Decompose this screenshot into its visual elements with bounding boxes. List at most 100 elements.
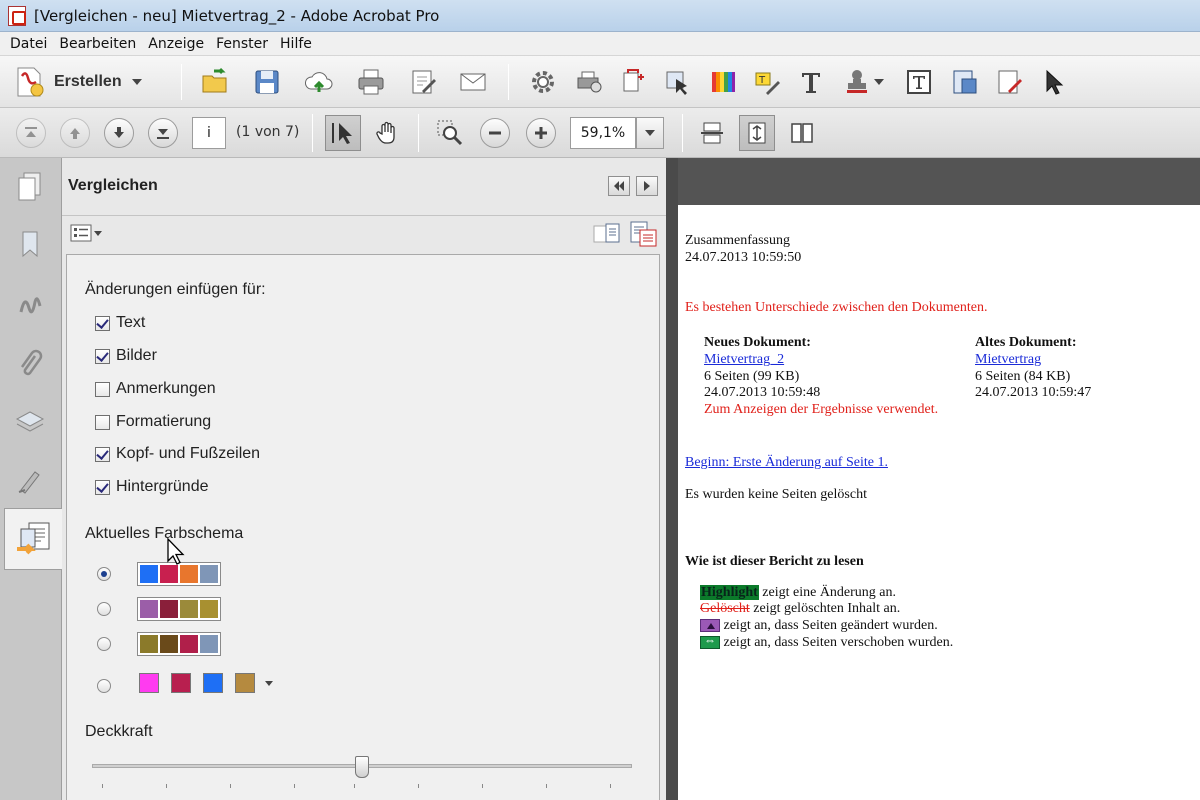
highlighter-icon: T [755,72,780,95]
menu-hilfe[interactable]: Hilfe [274,36,318,52]
hand-tool[interactable] [370,115,406,151]
color-scheme-radio-1[interactable] [97,567,111,581]
checkbox-header-footer[interactable] [95,446,110,462]
two-page-view-button[interactable] [784,115,820,151]
print-production-button[interactable] [572,65,606,99]
swatch [180,565,198,583]
fit-page-button[interactable] [739,115,775,151]
panel-splitter[interactable] [666,158,678,800]
bookmark-icon [22,231,38,258]
option-text[interactable]: Text [95,313,145,333]
sign-button[interactable] [992,65,1026,99]
checkbox-images[interactable] [95,348,110,364]
next-page-button[interactable] [104,118,134,148]
chevron-down-icon[interactable] [265,681,273,686]
color-scheme-radio-3[interactable] [97,637,111,651]
color-scheme-radio-2[interactable] [97,602,111,616]
slider-tick [230,784,231,788]
page-number-input[interactable]: i [192,117,226,149]
report-differences-note: Es bestehen Unterschiede zwischen den Do… [685,300,988,315]
rail-bookmarks-button[interactable] [10,224,50,264]
custom-color-3[interactable] [203,673,223,693]
menu-fenster[interactable]: Fenster [210,36,274,52]
toolbar-divider [181,64,182,100]
text-field-button[interactable] [902,65,936,99]
rail-compare-button[interactable] [4,508,62,570]
slider-tick [482,784,483,788]
rail-signatures-button[interactable] [10,284,50,324]
select-tool-button[interactable] [1036,65,1070,99]
option-formatting[interactable]: Formatierung [95,412,211,432]
new-document-date: 24.07.2013 10:59:48 [704,385,821,400]
edit-document-button[interactable] [406,65,440,99]
option-annotations[interactable]: Anmerkungen [95,379,216,399]
expand-panel-button[interactable] [636,176,658,196]
export-doc-icon [953,70,977,94]
envelope-icon [460,73,486,91]
old-document-link[interactable]: Mietvertrag [975,352,1041,368]
create-button[interactable]: Erstellen [14,65,142,99]
export-button[interactable] [948,65,982,99]
upload-cloud-button[interactable] [302,65,336,99]
last-page-button[interactable] [148,118,178,148]
highlight-text-button[interactable]: T [750,65,784,99]
minus-icon [489,131,501,135]
previous-page-button[interactable] [60,118,90,148]
view-document-button[interactable] [592,222,622,250]
checkbox-formatting[interactable] [95,414,110,430]
checkbox-backgrounds[interactable] [95,479,110,495]
print-button[interactable] [354,65,388,99]
swatch [200,565,218,583]
select-text-tool[interactable] [325,115,361,151]
checkbox-annotations[interactable] [95,381,110,397]
menu-datei[interactable]: Datei [4,36,53,52]
open-button[interactable] [198,65,232,99]
select-object-button[interactable] [660,65,694,99]
acrobat-app-icon [8,5,26,26]
zoom-out-button[interactable] [480,118,510,148]
rail-attachments-button[interactable] [10,344,50,384]
combine-files-icon [623,69,644,92]
menu-anzeige[interactable]: Anzeige [142,36,210,52]
opacity-slider-handle[interactable] [355,756,369,778]
view-report-button[interactable] [628,220,658,252]
text-tool-button[interactable] [794,65,828,99]
scroll-page-icon [701,122,723,144]
custom-color-2[interactable] [171,673,191,693]
custom-color-4[interactable] [235,673,255,693]
color-scheme-2[interactable] [137,597,221,621]
rail-layers-button[interactable] [10,402,50,442]
first-page-button[interactable] [16,118,46,148]
settings-button[interactable] [526,65,560,99]
combine-files-button[interactable] [616,65,650,99]
first-change-link[interactable]: Beginn: Erste Änderung auf Seite 1. [685,455,888,471]
legend-moved-pages: zeigt an, dass Seiten verschoben wurden. [700,633,953,651]
collapse-panel-button[interactable] [608,176,630,196]
rail-tools-button[interactable] [10,460,50,500]
slider-tick [610,784,611,788]
menu-bearbeiten[interactable]: Bearbeiten [53,36,142,52]
option-header-footer[interactable]: Kopf- und Fußzeilen [95,444,260,464]
new-document-link[interactable]: Mietvertrag_2 [704,352,784,368]
color-scheme-radio-custom[interactable] [97,679,111,693]
option-backgrounds[interactable]: Hintergründe [95,477,209,497]
zoom-in-button[interactable] [526,118,556,148]
stamp-tool-button[interactable] [840,65,886,99]
checkbox-text[interactable] [95,315,110,331]
color-convert-button[interactable] [706,65,740,99]
rail-pages-button[interactable] [10,166,50,206]
scroll-mode-button[interactable] [694,115,730,151]
swatch [160,635,178,653]
custom-color-1[interactable] [139,673,159,693]
save-button[interactable] [250,65,284,99]
color-scheme-3[interactable] [137,632,221,656]
folder-open-icon [202,67,227,93]
zoom-dropdown-button[interactable] [636,117,664,149]
marquee-zoom-tool[interactable] [432,115,468,151]
options-menu-button[interactable] [70,224,102,242]
list-options-icon [70,224,92,242]
email-button[interactable] [456,65,490,99]
swatch [160,600,178,618]
zoom-level-input[interactable]: 59,1% [570,117,636,149]
option-images[interactable]: Bilder [95,346,157,366]
